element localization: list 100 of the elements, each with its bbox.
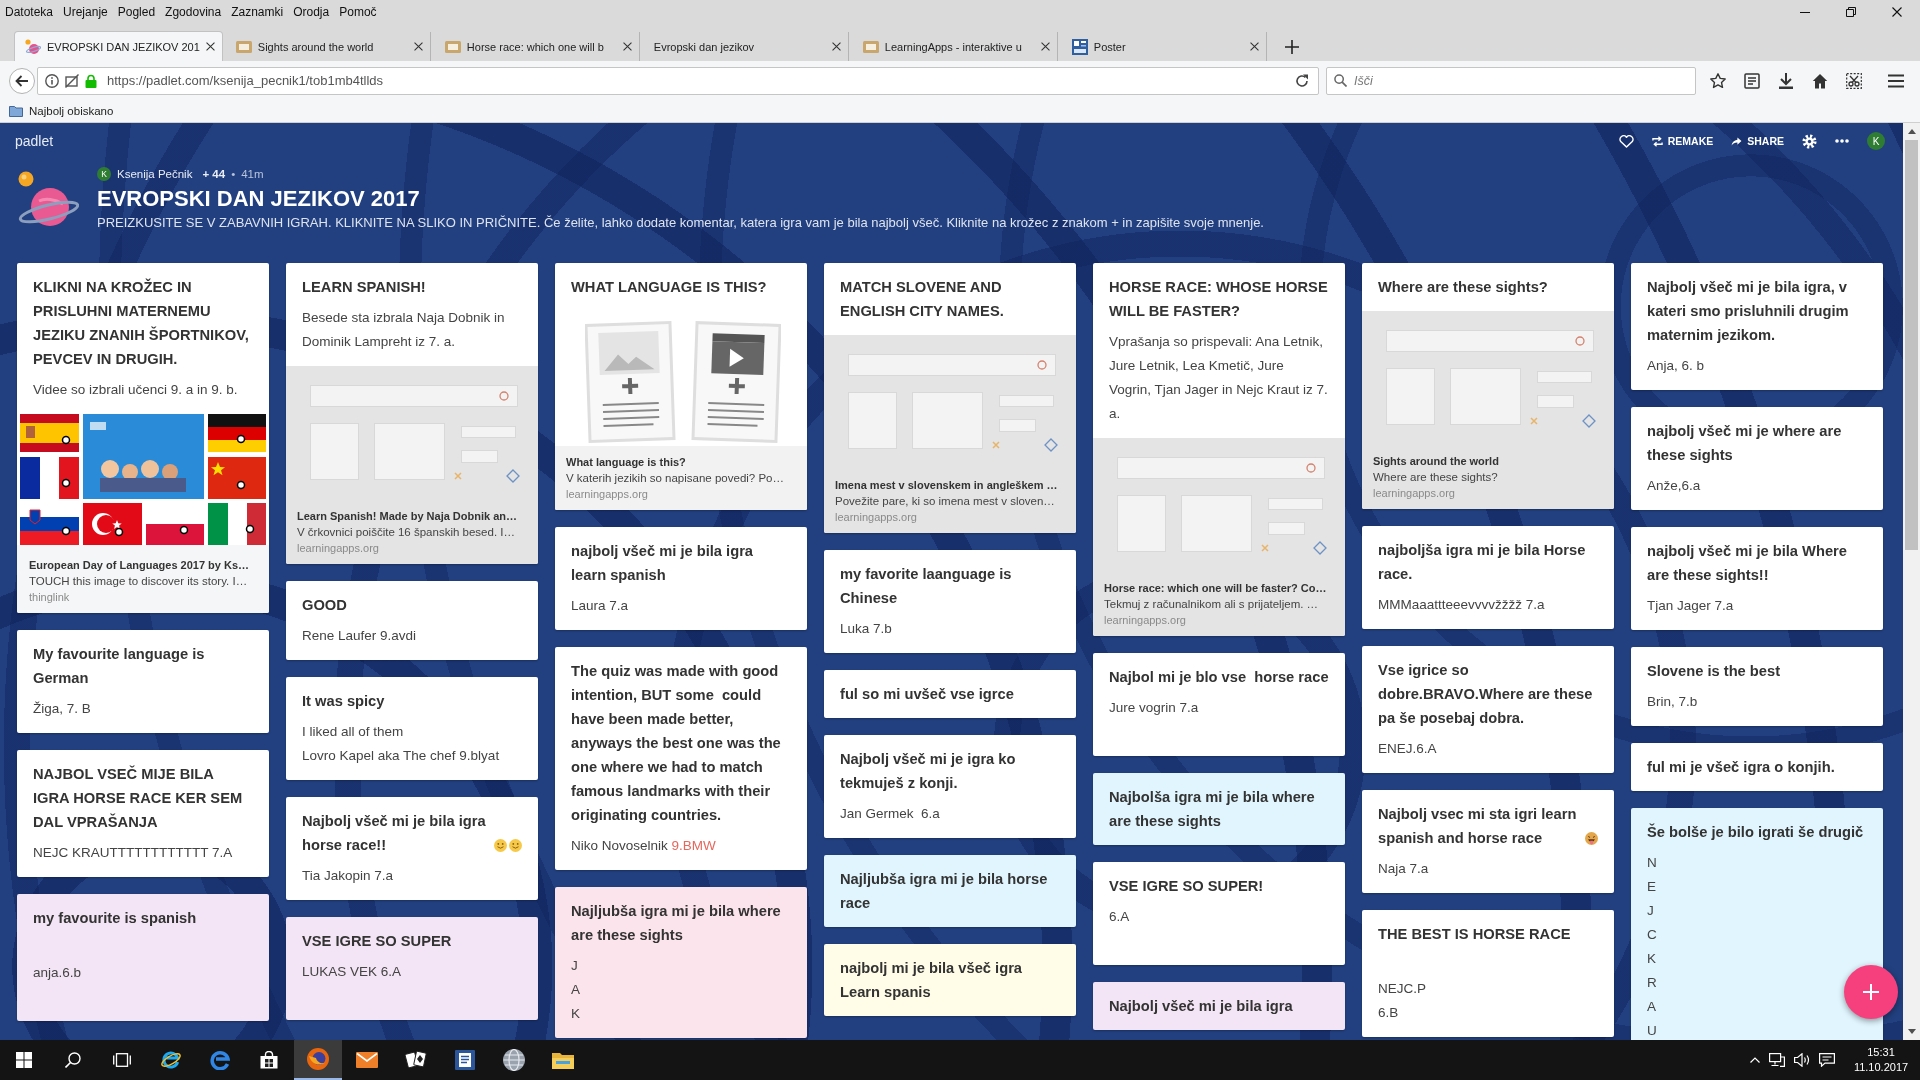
task-view-icon[interactable] bbox=[113, 1053, 131, 1067]
network-icon[interactable] bbox=[1769, 1053, 1785, 1067]
star-icon[interactable] bbox=[1710, 72, 1726, 89]
menu-item[interactable]: Zaznamki bbox=[231, 5, 284, 19]
reload-icon[interactable] bbox=[1295, 73, 1309, 88]
card-title: najboljša igra mi je bila Horse race. bbox=[1378, 541, 1587, 584]
close-icon[interactable] bbox=[1892, 7, 1902, 17]
browser-tab[interactable]: EVROPSKI DAN JEZIKOV 201 bbox=[15, 32, 222, 61]
menu-icon[interactable] bbox=[1888, 73, 1904, 88]
windows-logo-icon[interactable] bbox=[16, 1052, 32, 1068]
preview-description: V katerih jezikih so napisane povedi? Po… bbox=[566, 471, 784, 486]
clock-date[interactable]: 11.10.2017 bbox=[1853, 1060, 1909, 1075]
scrollbar-thumb[interactable] bbox=[1905, 140, 1918, 550]
bookmark-folder-icon bbox=[9, 105, 23, 117]
card-title: LEARN SPANISH! bbox=[302, 278, 426, 297]
scroll-down-icon[interactable] bbox=[1907, 1029, 1916, 1034]
card-title: Najljubša igra mi je bila horse race bbox=[840, 870, 1049, 913]
card-title: Where are these sights? bbox=[1378, 278, 1548, 297]
card-text: J bbox=[1647, 902, 1654, 920]
card-title: Še bolše je bilo igrati še drugič bbox=[1647, 822, 1864, 842]
menu-item[interactable]: Datoteka bbox=[5, 5, 54, 19]
plus-icon bbox=[1863, 984, 1879, 1000]
close-icon[interactable] bbox=[831, 42, 841, 51]
lock-icon[interactable] bbox=[85, 73, 97, 88]
playing-cards-icon bbox=[405, 1050, 427, 1070]
card-title: ful mi je všeč igra o konjih. bbox=[1647, 758, 1835, 777]
card-text: Laura 7.a bbox=[571, 597, 629, 615]
preview-title: European Day of Languages 2017 by Ks… bbox=[29, 558, 250, 573]
link-preview[interactable]: Imena mest v slovenskem in angleškem … Povežite pare, ki so imena mest v sloven… learningapps.org bbox=[824, 335, 1076, 533]
close-icon[interactable] bbox=[1040, 42, 1050, 51]
slashed-box-icon[interactable] bbox=[65, 73, 79, 88]
screenshot-icon[interactable] bbox=[1846, 72, 1862, 89]
search-icon bbox=[1334, 73, 1347, 87]
link-preview[interactable]: European Day of Languages 2017 by Ks… TOUCH this image to discover its story. I… thinglink bbox=[17, 414, 269, 613]
card-title: najbolj všeč mi je bila igra learn spanish bbox=[571, 542, 755, 585]
envelope-icon bbox=[356, 1052, 378, 1068]
menu-item[interactable]: Orodja bbox=[293, 5, 330, 19]
card-text: Videe so izbrali učenci 9. a in 9. b. bbox=[33, 381, 238, 399]
card-title: Najbolj všeč mi je bila igra, v kateri smo prisluhnili drugim maternim jezikom. bbox=[1647, 278, 1850, 345]
plus-icon[interactable] bbox=[1284, 39, 1299, 54]
card-text: Niko Novoselnik 9.BMW bbox=[571, 837, 716, 855]
close-icon[interactable] bbox=[205, 42, 215, 51]
folder-icon bbox=[552, 1051, 574, 1069]
card-text: Anže,6.a bbox=[1647, 477, 1701, 495]
card-text: Naja 7.a bbox=[1378, 860, 1429, 878]
menu-item[interactable]: Urejanje bbox=[63, 5, 108, 19]
heart-icon[interactable] bbox=[1618, 134, 1634, 148]
url-field[interactable]: https://padlet.com/ksenija_pecnik1/tob1mb4tllds bbox=[37, 66, 1319, 95]
globe-icon bbox=[503, 1049, 525, 1071]
caret-up-icon[interactable] bbox=[1750, 1057, 1760, 1063]
notification-icon[interactable] bbox=[1819, 1053, 1835, 1067]
separator: • bbox=[231, 168, 236, 180]
app-tile-icon bbox=[444, 40, 461, 53]
card-text: Jan Germek 6.a bbox=[840, 805, 940, 823]
menu-item[interactable]: Zgodovina bbox=[165, 5, 222, 19]
info-icon[interactable] bbox=[45, 73, 59, 88]
scroll-up-icon[interactable] bbox=[1907, 129, 1916, 134]
restore-icon[interactable] bbox=[1846, 7, 1856, 17]
back-arrow-icon bbox=[15, 74, 29, 87]
download-icon[interactable] bbox=[1778, 72, 1794, 89]
card-text: Vprašanja so prispevali: Ana Letnik, Jure Letnik, Lea Kmetič, Jure Vogrin, Tjan Jager in Nejc Kraut iz 7. a. bbox=[1109, 333, 1329, 423]
preview-title: Horse race: which one will be faster? Co… bbox=[1104, 581, 1327, 596]
menu-item[interactable]: Pogled bbox=[117, 5, 156, 19]
bookmark-item[interactable]: Najbolj obiskano bbox=[9, 105, 114, 117]
close-icon[interactable] bbox=[413, 42, 423, 51]
menu-item[interactable]: Pomoč bbox=[339, 5, 377, 19]
link-preview[interactable]: Learn Spanish! Made by Naja Dobnik an… V črkovnici poiščite 16 španskih besed. I… learningapps.org bbox=[286, 366, 538, 564]
preview-title: Imena mest v slovenskem in angleškem … bbox=[835, 478, 1058, 493]
card-title: najbolj všeč mi je bila Where are these sights!! bbox=[1647, 542, 1848, 585]
minimize-icon[interactable] bbox=[1800, 11, 1810, 13]
card-text: E bbox=[1647, 878, 1656, 896]
search-icon[interactable] bbox=[65, 1052, 81, 1068]
brand-name[interactable]: padlet bbox=[15, 133, 54, 149]
user-avatar[interactable]: K bbox=[1867, 132, 1885, 150]
card-text: NEJC KRAUTTTTTTTTTTTT 7.A bbox=[33, 844, 233, 862]
clock-time[interactable]: 15:31 bbox=[1867, 1045, 1895, 1060]
card-text: MMMaaattteeevvvvžžžž 7.a bbox=[1378, 596, 1545, 614]
repeat-icon bbox=[1651, 135, 1663, 147]
settings-icon[interactable] bbox=[1802, 133, 1817, 149]
close-icon[interactable] bbox=[622, 42, 632, 51]
close-icon[interactable] bbox=[1249, 42, 1259, 51]
home-icon[interactable] bbox=[1812, 72, 1828, 89]
tongue-face-icon bbox=[1585, 831, 1598, 845]
link-preview[interactable]: What language is this? V katerih jezikih so napisane povedi? Po… learningapps.org bbox=[555, 311, 807, 510]
link-preview[interactable]: Sights around the world Where are these sights? learningapps.org bbox=[1362, 311, 1614, 509]
card-title: My favourite language is German bbox=[33, 645, 206, 688]
back-button[interactable] bbox=[9, 67, 35, 94]
smiley-icon bbox=[509, 838, 522, 852]
remake-button[interactable]: REMAKE bbox=[1651, 135, 1714, 147]
more-icon[interactable] bbox=[1835, 139, 1849, 143]
share-button[interactable]: SHARE bbox=[1731, 135, 1784, 147]
card-title: ful so mi uvšeč vse igrce bbox=[840, 685, 1014, 704]
card-title: Najbolša igra mi je bila where are these sights bbox=[1109, 788, 1316, 831]
link-preview[interactable]: Horse race: which one will be faster? Co… Tekmuj z računalnikom ali s prijateljem. … learningapps.org bbox=[1093, 438, 1345, 636]
library-icon[interactable] bbox=[1744, 72, 1760, 89]
preview-source: learningapps.org bbox=[1373, 486, 1455, 501]
board-description: PREIZKUSITE SE V ZABAVNIH IGRAH. KLIKNITE NA SLIKO IN PRIČNITE. Če želite, lahko dodate komentar, katera igra vam je bila najbolj všeč. Kliknite na krožec z znakom + in zapišite svoje mnenje. bbox=[97, 215, 1264, 231]
volume-icon[interactable] bbox=[1794, 1053, 1810, 1067]
search-field[interactable]: Išči bbox=[1326, 66, 1696, 95]
poster-icon bbox=[1071, 38, 1088, 55]
